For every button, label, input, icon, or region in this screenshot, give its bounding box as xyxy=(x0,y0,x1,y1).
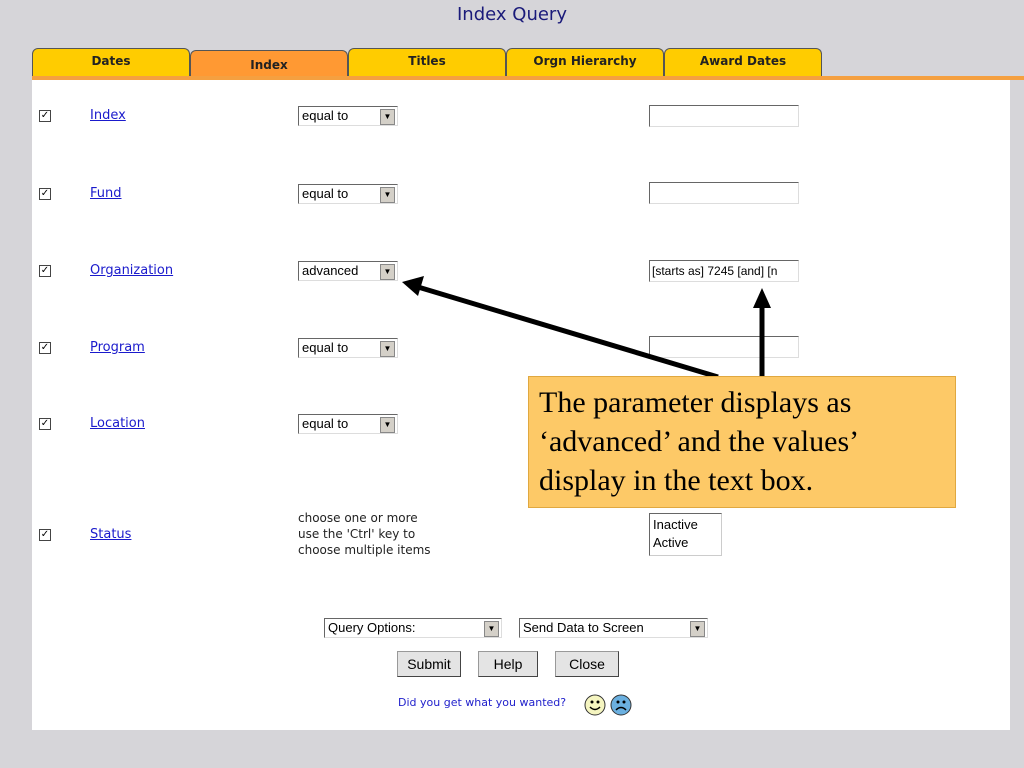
annotation-callout: The parameter displays as ‘advanced’ and… xyxy=(528,376,956,508)
arrowhead-icon xyxy=(753,288,771,308)
arrow-to-operator xyxy=(417,284,719,380)
arrowhead-icon xyxy=(402,276,424,296)
